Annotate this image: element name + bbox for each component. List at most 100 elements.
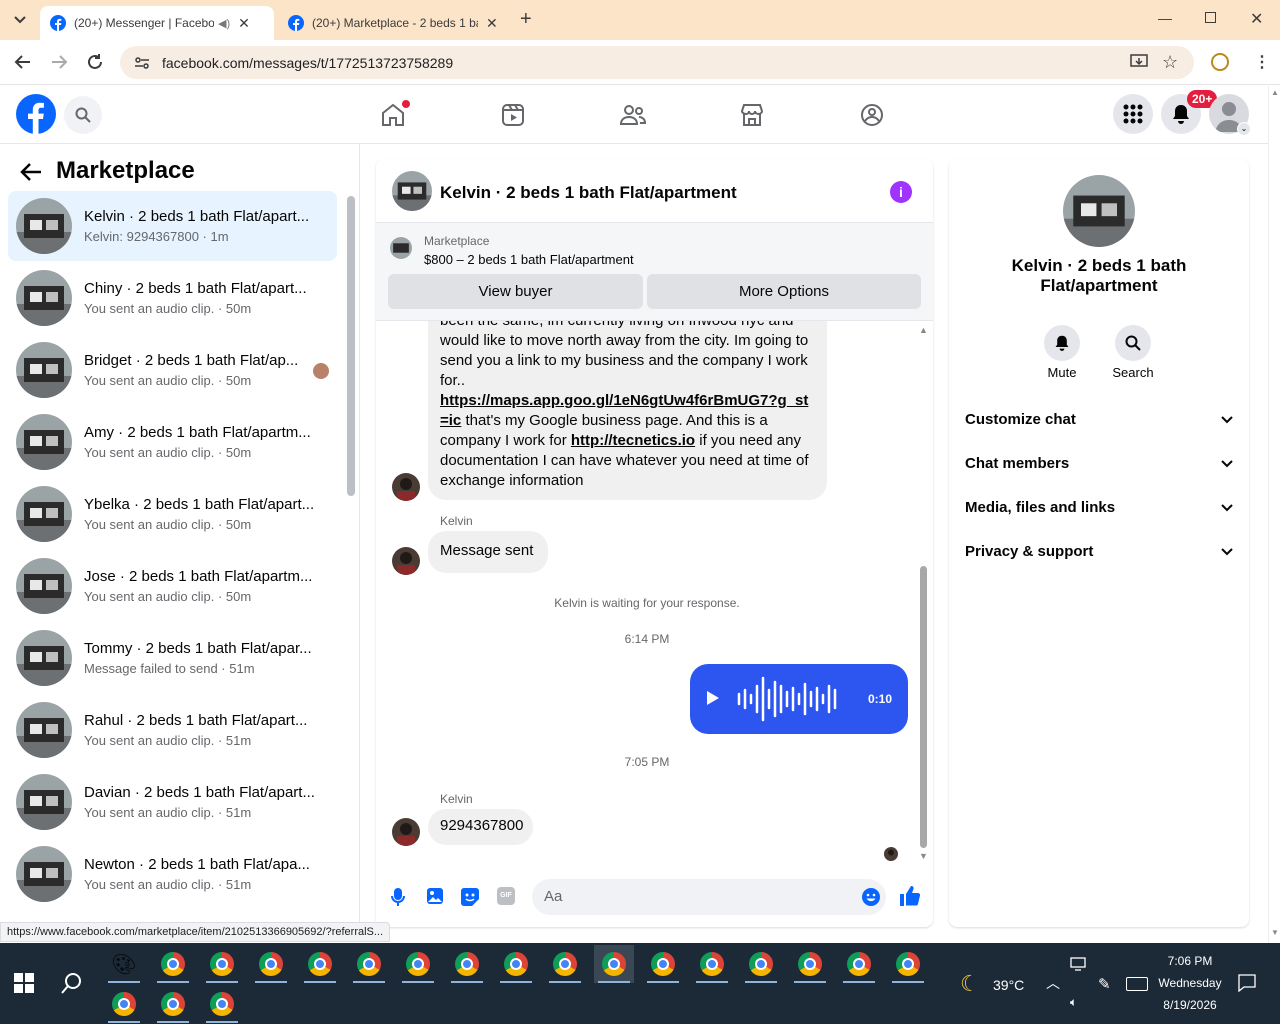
conversation-item[interactable]: Bridget · 2 beds 1 bath Flat/ap... You s… — [8, 335, 337, 405]
chrome-window-icon[interactable] — [643, 945, 683, 983]
listing-detail[interactable]: $800 – 2 beds 1 bath Flat/apartment — [424, 252, 634, 267]
reload-icon[interactable] — [86, 53, 104, 71]
clock-time[interactable]: 7:06 PM — [1150, 954, 1230, 968]
weather-moon-icon[interactable]: ☾ — [960, 971, 980, 997]
chrome-window-icon[interactable] — [741, 945, 781, 983]
chat-scrollbar[interactable] — [920, 566, 927, 848]
nav-home[interactable] — [378, 100, 410, 130]
action-center-icon[interactable] — [1238, 974, 1256, 992]
close-window-button[interactable]: ✕ — [1250, 9, 1263, 29]
info-section[interactable]: Privacy & support — [965, 543, 1233, 560]
listing-thumbnail[interactable] — [390, 237, 412, 259]
sidebar-scrollbar[interactable] — [347, 196, 355, 496]
clock-day[interactable]: Wednesday — [1150, 976, 1230, 990]
chrome-window-icon[interactable] — [153, 985, 193, 1023]
windows-start-icon[interactable] — [14, 973, 34, 993]
contact-avatar[interactable] — [1063, 175, 1135, 247]
tab-marketplace[interactable]: (20+) Marketplace - 2 beds 1 bath ✕ — [278, 6, 508, 40]
microphone-icon[interactable] — [390, 887, 406, 907]
close-tab-icon[interactable]: ✕ — [238, 15, 250, 32]
back-arrow-icon[interactable] — [14, 53, 32, 71]
conversation-item[interactable]: Ybelka · 2 beds 1 bath Flat/apart... You… — [8, 479, 337, 549]
message-bubble[interactable]: been the same, im currently living on In… — [428, 321, 827, 500]
tecnetics-link[interactable]: http://tecnetics.io — [571, 432, 695, 449]
play-icon[interactable] — [706, 690, 720, 706]
tab-search-icon[interactable] — [10, 10, 30, 30]
nav-video[interactable] — [498, 100, 528, 130]
view-buyer-button[interactable]: View buyer — [388, 274, 643, 309]
conversation-item[interactable]: Newton · 2 beds 1 bath Flat/apa... You s… — [8, 839, 337, 909]
photo-icon[interactable] — [426, 887, 444, 905]
sticker-icon[interactable] — [460, 887, 480, 907]
chrome-window-icon[interactable] — [447, 945, 487, 983]
facebook-logo-icon[interactable] — [16, 94, 56, 134]
conversation-item[interactable]: Chiny · 2 beds 1 bath Flat/apart... You … — [8, 263, 337, 333]
chrome-window-icon[interactable] — [398, 945, 438, 983]
close-tab-icon[interactable]: ✕ — [486, 15, 498, 32]
chat-avatar[interactable] — [392, 171, 432, 211]
menu-button[interactable] — [1113, 94, 1153, 134]
site-settings-icon[interactable] — [134, 55, 150, 71]
chrome-window-icon[interactable] — [349, 945, 389, 983]
sender-avatar[interactable] — [392, 473, 420, 501]
conversation-item[interactable]: Davian · 2 beds 1 bath Flat/apart... You… — [8, 767, 337, 837]
bookmark-star-icon[interactable]: ☆ — [1162, 52, 1178, 73]
conversation-item[interactable]: Rahul · 2 beds 1 bath Flat/apart... You … — [8, 695, 337, 765]
account-chevron-icon[interactable]: ⌄ — [1237, 122, 1251, 136]
volume-icon[interactable]: 🔈︎ — [1070, 995, 1077, 1010]
message-bubble[interactable]: Message sent — [428, 531, 548, 573]
chrome-window-icon[interactable] — [790, 945, 830, 983]
nav-friends[interactable] — [618, 100, 648, 130]
chrome-window-icon[interactable] — [594, 945, 634, 983]
info-section[interactable]: Customize chat — [965, 411, 1233, 428]
thumbs-up-icon[interactable] — [899, 885, 921, 907]
chrome-window-icon[interactable] — [251, 945, 291, 983]
audio-message[interactable]: 0:10 — [690, 664, 908, 734]
chrome-window-icon[interactable] — [888, 945, 928, 983]
emoji-icon[interactable] — [861, 887, 881, 907]
chat-title[interactable]: Kelvin · 2 beds 1 bath Flat/apartment — [440, 183, 737, 203]
conversation-item[interactable]: Jose · 2 beds 1 bath Flat/apartm... You … — [8, 551, 337, 621]
back-arrow-icon[interactable] — [20, 162, 42, 182]
restore-button[interactable] — [1205, 12, 1216, 23]
gif-icon[interactable]: GIF — [497, 887, 515, 905]
conversation-item[interactable]: Tommy · 2 beds 1 bath Flat/apar... Messa… — [8, 623, 337, 693]
nav-gaming[interactable] — [857, 100, 887, 130]
weather-temperature[interactable]: 39°C — [993, 977, 1024, 993]
scroll-down-arrow-icon[interactable]: ▼ — [919, 851, 928, 861]
minimize-button[interactable]: — — [1158, 10, 1172, 26]
tray-chevron-icon[interactable]: ︿ — [1046, 973, 1060, 993]
conversation-item[interactable]: Amy · 2 beds 1 bath Flat/apartm... You s… — [8, 407, 337, 477]
nav-marketplace[interactable] — [737, 100, 767, 130]
mute-button[interactable] — [1044, 325, 1080, 361]
message-bubble[interactable]: 9294367800 — [428, 809, 533, 845]
address-bar[interactable]: facebook.com/messages/t/1772513723758289… — [120, 46, 1194, 79]
info-icon[interactable]: i — [890, 181, 912, 203]
sender-avatar[interactable] — [392, 818, 420, 846]
network-icon[interactable] — [1070, 957, 1086, 971]
page-scrollbar[interactable]: ▲ ▼ — [1268, 86, 1280, 943]
conversation-item[interactable]: Kelvin · 2 beds 1 bath Flat/apart... Kel… — [8, 191, 337, 261]
search-button[interactable] — [64, 96, 102, 134]
browser-menu-icon[interactable]: ⋮ — [1254, 52, 1270, 72]
paint-app-icon[interactable]: 🎨︎ — [104, 945, 144, 983]
forward-arrow-icon[interactable] — [50, 53, 68, 71]
sender-avatar[interactable] — [392, 547, 420, 575]
chrome-window-icon[interactable] — [496, 945, 536, 983]
message-input[interactable]: Aa — [532, 879, 886, 915]
info-section[interactable]: Chat members — [965, 455, 1233, 472]
chrome-window-icon[interactable] — [104, 985, 144, 1023]
profile-icon[interactable] — [1211, 53, 1229, 71]
chrome-window-icon[interactable] — [202, 985, 242, 1023]
chrome-window-icon[interactable] — [300, 945, 340, 983]
install-app-icon[interactable] — [1130, 54, 1148, 70]
keyboard-icon[interactable] — [1126, 977, 1148, 991]
info-section[interactable]: Media, files and links — [965, 499, 1233, 516]
taskbar-search-icon[interactable] — [60, 971, 84, 995]
search-chat-button[interactable] — [1115, 325, 1151, 361]
chrome-window-icon[interactable] — [202, 945, 242, 983]
chrome-window-icon[interactable] — [153, 945, 193, 983]
pen-icon[interactable]: ✎ — [1098, 975, 1111, 993]
chrome-window-icon[interactable] — [839, 945, 879, 983]
new-tab-button[interactable]: + — [520, 8, 532, 31]
